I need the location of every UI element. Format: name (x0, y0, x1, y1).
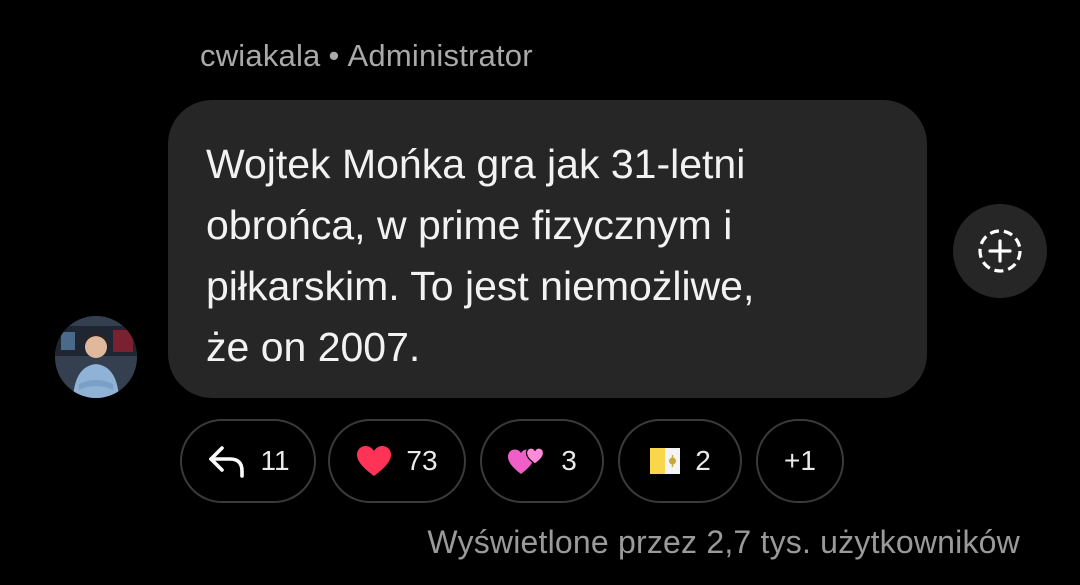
replies-chip[interactable]: 11 (180, 419, 316, 503)
more-reactions-label: +1 (784, 445, 816, 476)
add-reaction-icon (978, 229, 1022, 273)
red-heart-emoji (356, 445, 392, 477)
reaction-count: 73 (406, 445, 438, 476)
two-hearts-emoji (507, 444, 547, 478)
reaction-chip-vatican-flag[interactable]: 2 (618, 419, 742, 503)
author-role: Administrator (347, 38, 533, 73)
replies-count: 11 (260, 445, 290, 476)
more-reactions-chip[interactable]: +1 (756, 419, 844, 503)
message-text: Wojtek Mońka gra jak 31-letni obrońca, w… (206, 141, 755, 370)
reply-arrow-icon (209, 446, 245, 478)
avatar[interactable] (55, 316, 137, 398)
views-count-text: Wyświetlone przez 2,7 tys. użytkowników (427, 524, 1020, 560)
message-bubble[interactable]: Wojtek Mońka gra jak 31-letni obrońca, w… (168, 100, 927, 398)
add-reaction-button[interactable] (953, 204, 1047, 298)
reaction-chip-heart[interactable]: 73 (328, 419, 466, 503)
author-name[interactable]: cwiakala (200, 38, 320, 73)
separator-dot: • (328, 38, 340, 73)
reaction-count: 3 (561, 445, 577, 476)
message-header: cwiakala • Administrator (200, 38, 533, 74)
avatar-image (55, 316, 137, 398)
reaction-chip-two-hearts[interactable]: 3 (480, 419, 604, 503)
reaction-count: 2 (695, 445, 711, 476)
vatican-flag-emoji (649, 446, 681, 476)
